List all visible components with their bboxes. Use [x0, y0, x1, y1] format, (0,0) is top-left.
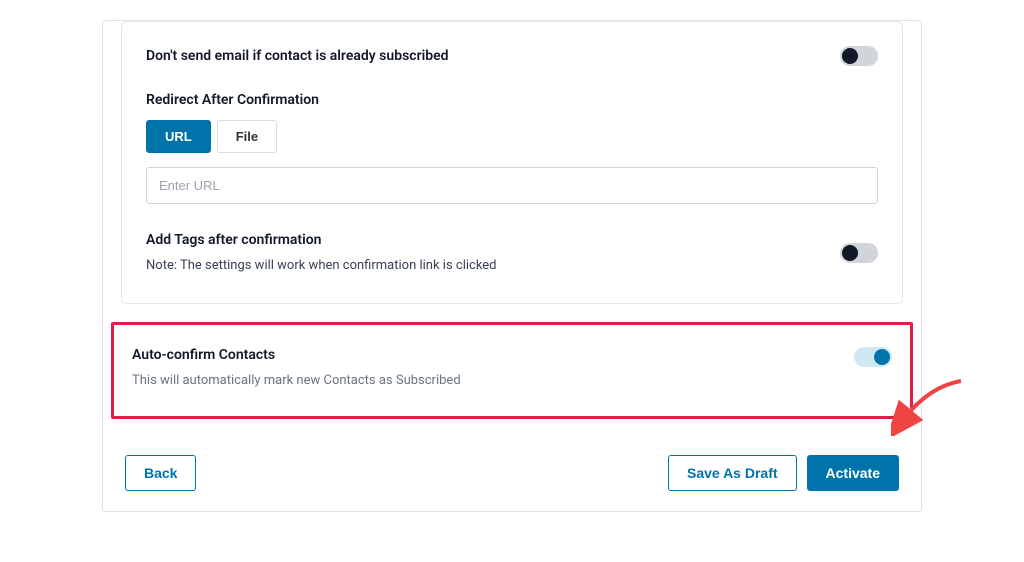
add-tags-text-block: Add Tags after confirmation Note: The se… [146, 232, 840, 273]
auto-confirm-highlight: Auto-confirm Contacts This will automati… [111, 322, 913, 419]
footer-right-group: Save As Draft Activate [668, 455, 899, 491]
toggle-knob [842, 48, 858, 64]
add-tags-toggle[interactable] [840, 243, 878, 263]
back-button[interactable]: Back [125, 455, 196, 491]
redirect-tab-group: URL File [146, 120, 878, 153]
footer-actions: Back Save As Draft Activate [103, 437, 921, 511]
auto-confirm-toggle[interactable] [854, 347, 892, 367]
dont-send-toggle[interactable] [840, 46, 878, 66]
auto-confirm-desc: This will automatically mark new Contact… [132, 373, 461, 388]
dont-send-label: Don't send email if contact is already s… [146, 48, 449, 64]
redirect-section: Redirect After Confirmation URL File [146, 92, 878, 204]
confirmation-settings-card: Don't send email if contact is already s… [121, 21, 903, 304]
dont-send-row: Don't send email if contact is already s… [146, 46, 878, 66]
save-draft-button[interactable]: Save As Draft [668, 455, 797, 491]
tab-url[interactable]: URL [146, 120, 211, 153]
auto-confirm-row: Auto-confirm Contacts This will automati… [132, 347, 892, 388]
auto-confirm-title: Auto-confirm Contacts [132, 347, 461, 363]
add-tags-note: Note: The settings will work when confir… [146, 258, 840, 273]
settings-panel: Don't send email if contact is already s… [102, 20, 922, 512]
url-input[interactable] [146, 167, 878, 204]
toggle-knob [842, 245, 858, 261]
activate-button[interactable]: Activate [807, 455, 899, 491]
toggle-knob [874, 349, 890, 365]
add-tags-row: Add Tags after confirmation Note: The se… [146, 232, 878, 273]
auto-confirm-text-block: Auto-confirm Contacts This will automati… [132, 347, 461, 388]
add-tags-label: Add Tags after confirmation [146, 232, 840, 248]
tab-file[interactable]: File [217, 120, 277, 153]
redirect-heading: Redirect After Confirmation [146, 92, 878, 108]
